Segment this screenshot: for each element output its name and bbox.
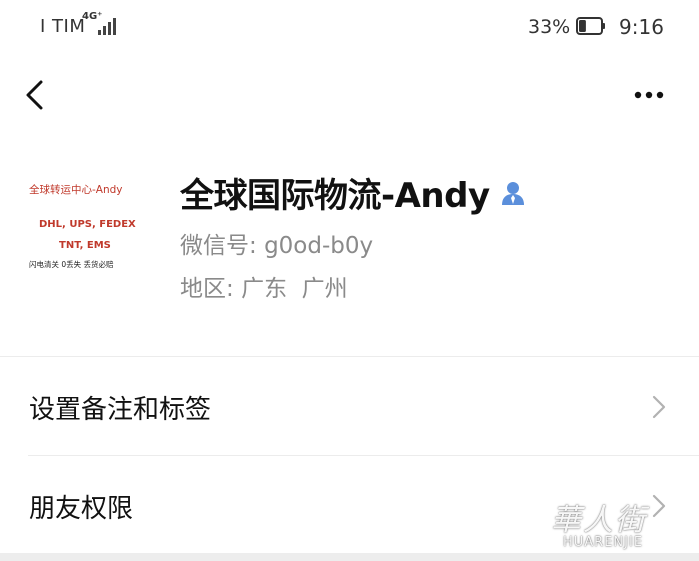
wechat-id-value: g0od-b0y (264, 233, 374, 259)
avatar-slogan: 闪电清关 0丢失 丢货必赔 (29, 259, 114, 269)
profile-name-row: 全球国际物流-Andy (180, 166, 528, 218)
back-button[interactable] (22, 76, 52, 114)
more-dots-icon (634, 91, 664, 99)
avatar-image: 全球转运中心-Andy DHL, UPS, FEDEX TNT, EMS 闪电清… (25, 171, 147, 275)
set-remarks-tags-label: 设置备注和标签 (29, 395, 212, 425)
avatar-carriers-line1: DHL, UPS, FEDEX (39, 219, 136, 230)
carrier-name: I TIM (40, 16, 86, 37)
status-bar: I TIM 4G⁺ 33% 9:16 (0, 0, 699, 54)
chevron-left-icon (26, 80, 43, 110)
friend-permissions-label: 朋友权限 (29, 494, 134, 524)
avatar-carriers-line2: TNT, EMS (59, 240, 111, 251)
chevron-right-icon (652, 395, 666, 419)
avatar-title: 全球转运中心-Andy (29, 183, 123, 196)
divider (0, 356, 699, 357)
person-icon (501, 182, 524, 205)
region-value: 广东 广州 (241, 276, 348, 302)
region-row: 地区: 广东 广州 (180, 269, 348, 303)
section-gap (0, 553, 699, 561)
wechat-id-label: 微信号: (180, 233, 257, 259)
battery-icon (576, 17, 605, 35)
set-remarks-tags-item[interactable]: 设置备注和标签 (0, 358, 699, 456)
signal-icon (98, 18, 116, 35)
region-label: 地区: (180, 276, 234, 302)
divider (28, 455, 699, 456)
profile-name: 全球国际物流-Andy (180, 175, 490, 216)
chevron-right-icon (652, 494, 666, 518)
wechat-id-row: 微信号: g0od-b0y (180, 226, 373, 260)
avatar[interactable]: 全球转运中心-Andy DHL, UPS, FEDEX TNT, EMS 闪电清… (25, 171, 147, 275)
clock: 9:16 (619, 15, 664, 39)
battery-percent: 33% (528, 16, 571, 38)
friend-permissions-item[interactable]: 朋友权限 (0, 457, 699, 555)
more-button[interactable] (628, 84, 670, 106)
